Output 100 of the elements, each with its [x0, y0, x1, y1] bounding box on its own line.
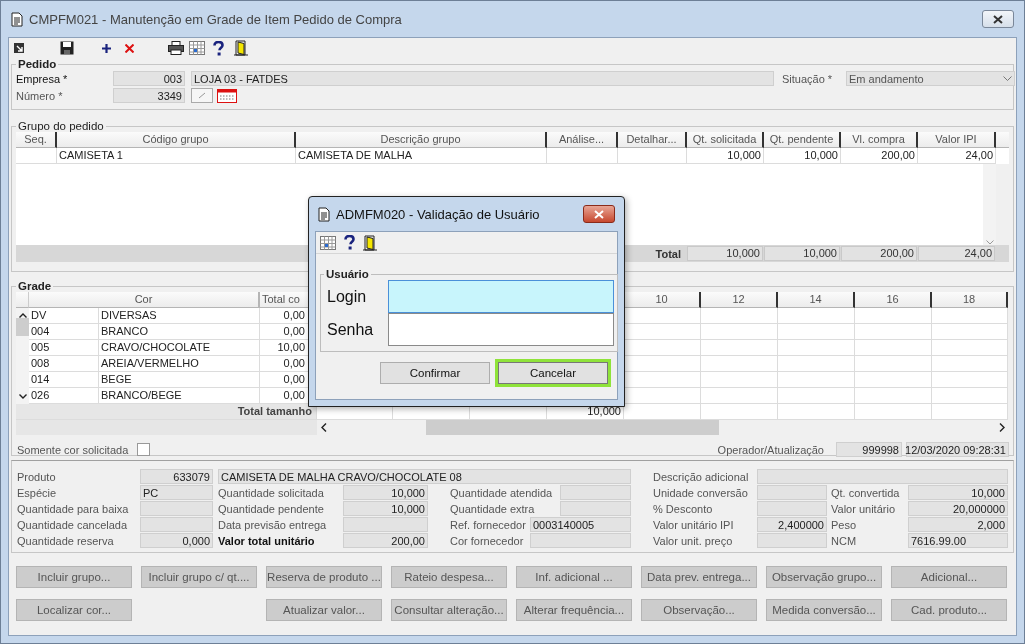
status-dropdown[interactable]: Em andamento [846, 71, 1015, 86]
action-button[interactable]: Consultar alteração... [391, 599, 507, 621]
column-header[interactable]: 16 [855, 292, 932, 308]
action-button[interactable]: Data prev. entrega... [641, 566, 757, 588]
table-icon[interactable] [320, 235, 336, 250]
field-label: Senha [326, 320, 375, 339]
save-icon[interactable] [60, 41, 74, 55]
action-button[interactable]: Incluir grupo c/ qt.... [141, 566, 257, 588]
company-name-field[interactable]: LOJA 03 - FATDES [191, 71, 774, 86]
column-header[interactable]: Qt. pendente [764, 132, 841, 148]
input-field[interactable]: 200,00 [343, 533, 428, 548]
input-field[interactable] [530, 533, 631, 548]
column-header[interactable]: 14 [778, 292, 855, 308]
input-field[interactable] [757, 533, 827, 548]
input-field[interactable] [343, 517, 428, 532]
product-code-field[interactable]: 633079 [140, 469, 213, 484]
help-icon[interactable] [344, 235, 355, 250]
field-label: Quantidade solicitada [218, 486, 324, 499]
action-button[interactable]: Observação grupo... [766, 566, 882, 588]
table-icon[interactable] [189, 41, 205, 55]
column-header[interactable]: Detalhar... [618, 132, 687, 148]
company-code-field[interactable]: 003 [113, 71, 185, 86]
delete-icon[interactable] [125, 43, 134, 53]
column-header[interactable]: Análise... [547, 132, 618, 148]
input-field[interactable]: 10,000 [343, 501, 428, 516]
field-label: Operador/Atualização [717, 443, 824, 456]
dialog-button[interactable]: Cancelar [495, 359, 611, 387]
action-button[interactable]: Incluir grupo... [16, 566, 132, 588]
action-button[interactable]: Localizar cor... [16, 599, 132, 621]
action-button[interactable]: Inf. adicional ... [516, 566, 632, 588]
column-header[interactable]: Valor IPI [918, 132, 996, 148]
column-header [16, 292, 29, 308]
column-header[interactable]: Cor [29, 292, 260, 308]
action-button[interactable]: Alterar frequência... [516, 599, 632, 621]
column-header[interactable]: Seq. [16, 132, 57, 148]
scrollbar-thumb[interactable] [16, 318, 29, 336]
input-field[interactable] [388, 280, 614, 313]
column-header[interactable]: Código grupo [57, 132, 296, 148]
close-button[interactable] [583, 205, 615, 223]
input-field[interactable]: 10,000 [343, 485, 428, 500]
field-label: Valor unitário [831, 502, 895, 515]
action-button[interactable]: Cad. produto... [891, 599, 1007, 621]
help-icon[interactable] [213, 40, 224, 56]
document-icon [11, 11, 23, 27]
input-field[interactable]: 10,000 [908, 485, 1008, 500]
field-label: Valor unit. preço [653, 534, 733, 547]
input-field[interactable]: 2,000 [908, 517, 1008, 532]
section-title: Usuário [325, 268, 370, 280]
action-button[interactable]: Atualizar valor... [266, 599, 382, 621]
input-field[interactable] [560, 485, 631, 500]
arrow-icon[interactable] [14, 43, 24, 53]
calendar-icon[interactable] [217, 88, 237, 103]
action-button[interactable]: Observação... [641, 599, 757, 621]
column-header[interactable]: Descrição grupo [296, 132, 547, 148]
printer-icon[interactable] [168, 41, 184, 55]
dialog-button[interactable]: Confirmar [380, 362, 490, 384]
total-value: 10,000 [764, 246, 840, 261]
action-button[interactable]: Rateio despesa... [391, 566, 507, 588]
field-label: Quantidade pendente [218, 502, 324, 515]
product-description-field[interactable]: CAMISETA DE MALHA CRAVO/CHOCOLATE 08 [218, 469, 631, 484]
column-header[interactable]: Vl. compra [841, 132, 918, 148]
input-field[interactable] [757, 501, 827, 516]
plus-icon[interactable] [102, 43, 111, 53]
field-label: Quantidade reserva [17, 534, 114, 547]
action-button[interactable]: Medida conversão... [766, 599, 882, 621]
action-button[interactable]: Reserva de produto ... [266, 566, 382, 588]
input-field[interactable]: 0003140005 [530, 517, 631, 532]
column-header[interactable]: 10 [624, 292, 701, 308]
column-header[interactable]: Qt. solicitada [687, 132, 764, 148]
table-cell: 026 [29, 388, 99, 404]
input-field[interactable] [388, 313, 614, 346]
input-field[interactable] [140, 517, 213, 532]
column-header[interactable]: 12 [701, 292, 778, 308]
column-header[interactable]: 18 [932, 292, 1008, 308]
operator-field[interactable]: 999998 [836, 442, 902, 457]
scrollbar-thumb[interactable] [426, 420, 719, 435]
total-value: 24,00 [918, 246, 995, 261]
exit-door-icon[interactable] [234, 40, 248, 56]
input-field[interactable] [140, 501, 213, 516]
timestamp-field[interactable]: 12/03/2020 09:28:31 [906, 442, 1009, 457]
input-field[interactable]: PC [140, 485, 213, 500]
field-label: Empresa * [16, 72, 69, 85]
input-field[interactable]: 7616.99.00 [908, 533, 1008, 548]
action-button[interactable]: Adicional... [891, 566, 1007, 588]
table-cell: DIVERSAS [99, 308, 260, 324]
input-field[interactable]: 0,000 [140, 533, 213, 548]
pencil-icon [197, 92, 207, 99]
input-field[interactable]: 2,400000 [757, 517, 827, 532]
field-label: Cor fornecedor [450, 534, 524, 547]
exit-door-icon[interactable] [363, 234, 377, 251]
table-cell: 24,00 [918, 148, 996, 164]
input-field[interactable]: 20,000000 [908, 501, 1008, 516]
order-number-field[interactable]: 3349 [113, 88, 185, 103]
additional-description-field[interactable] [757, 469, 1008, 484]
input-field[interactable] [560, 501, 631, 516]
checkbox[interactable] [137, 443, 151, 456]
close-button[interactable] [982, 10, 1014, 28]
edit-button[interactable] [191, 88, 213, 103]
input-field[interactable] [757, 485, 827, 500]
table-cell: CAMISETA DE MALHA [296, 148, 547, 164]
